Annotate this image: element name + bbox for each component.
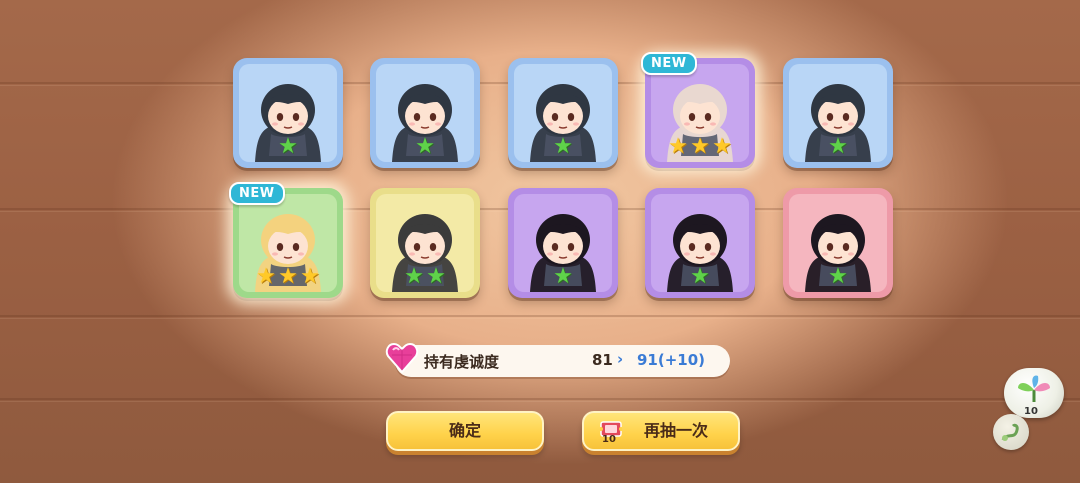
rarity-stars: ★ <box>552 136 574 158</box>
character-card[interactable]: ★ <box>233 58 343 168</box>
character-card[interactable]: ★ <box>370 58 480 168</box>
star-icon: ★ <box>668 134 688 159</box>
star-icon: ★ <box>404 264 424 289</box>
rarity-stars: ★ <box>552 266 574 288</box>
character-portrait: ★ ★ <box>376 194 474 292</box>
plank-line <box>0 315 1080 317</box>
ticket-count: 10 <box>602 434 616 445</box>
character-card[interactable]: ★ <box>508 58 618 168</box>
star-icon: ★ <box>553 134 573 159</box>
star-icon: ★ <box>278 134 298 159</box>
vine-icon <box>1001 423 1019 441</box>
star-icon: ★ <box>256 264 276 289</box>
plank-line <box>0 398 1080 400</box>
rarity-stars: ★ <box>414 136 436 158</box>
character-portrait: ★ <box>789 64 887 162</box>
character-card[interactable]: ★ <box>645 188 755 298</box>
rarity-stars: ★ <box>277 136 299 158</box>
new-badge: NEW <box>641 52 697 75</box>
character-portrait: ★ <box>789 194 887 292</box>
rarity-stars: ★ ★ ★ <box>255 266 321 288</box>
star-icon: ★ <box>426 264 446 289</box>
star-icon: ★ <box>690 264 710 289</box>
rarity-stars: ★ ★ ★ <box>667 136 733 158</box>
character-portrait: ★ <box>514 64 612 162</box>
star-icon: ★ <box>415 134 435 159</box>
character-portrait: ★ <box>376 64 474 162</box>
star-icon: ★ <box>278 264 298 289</box>
heart-gem-icon <box>385 342 419 374</box>
new-badge: NEW <box>229 182 285 205</box>
star-icon: ★ <box>300 264 320 289</box>
character-card[interactable]: ★ <box>783 188 893 298</box>
rarity-stars: ★ <box>689 266 711 288</box>
plank-grain <box>0 401 1080 402</box>
loyalty-current-value: 81 <box>592 351 613 369</box>
draw-again-label: 再抽一次 <box>644 421 709 440</box>
character-card[interactable]: ★ ★ <box>370 188 480 298</box>
character-portrait: ★ <box>239 64 337 162</box>
character-portrait: ★ <box>651 194 749 292</box>
character-card[interactable]: ★ ★ ★ NEW <box>229 182 343 298</box>
character-portrait: ★ ★ ★ <box>239 194 337 292</box>
star-icon: ★ <box>553 264 573 289</box>
character-card[interactable]: ★ <box>508 188 618 298</box>
rarity-stars: ★ ★ <box>403 266 447 288</box>
character-card[interactable]: ★ <box>783 58 893 168</box>
loyalty-arrow: › <box>617 350 624 368</box>
vine-bubble[interactable] <box>993 414 1029 450</box>
rarity-stars: ★ <box>827 266 849 288</box>
star-icon: ★ <box>712 134 732 159</box>
star-icon: ★ <box>690 134 710 159</box>
loyalty-label: 持有虔诚度 <box>424 353 500 371</box>
draw-again-button[interactable]: 10 再抽一次 <box>582 411 740 451</box>
character-portrait: ★ <box>514 194 612 292</box>
character-portrait: ★ ★ ★ <box>651 64 749 162</box>
star-icon: ★ <box>828 134 848 159</box>
character-card[interactable]: ★ ★ ★ NEW <box>641 52 755 168</box>
rarity-stars: ★ <box>827 136 849 158</box>
plank-grain <box>0 318 1080 319</box>
loyalty-new-value: 91(+10) <box>637 351 706 369</box>
star-icon: ★ <box>828 264 848 289</box>
confirm-button[interactable]: 确定 <box>386 411 544 451</box>
